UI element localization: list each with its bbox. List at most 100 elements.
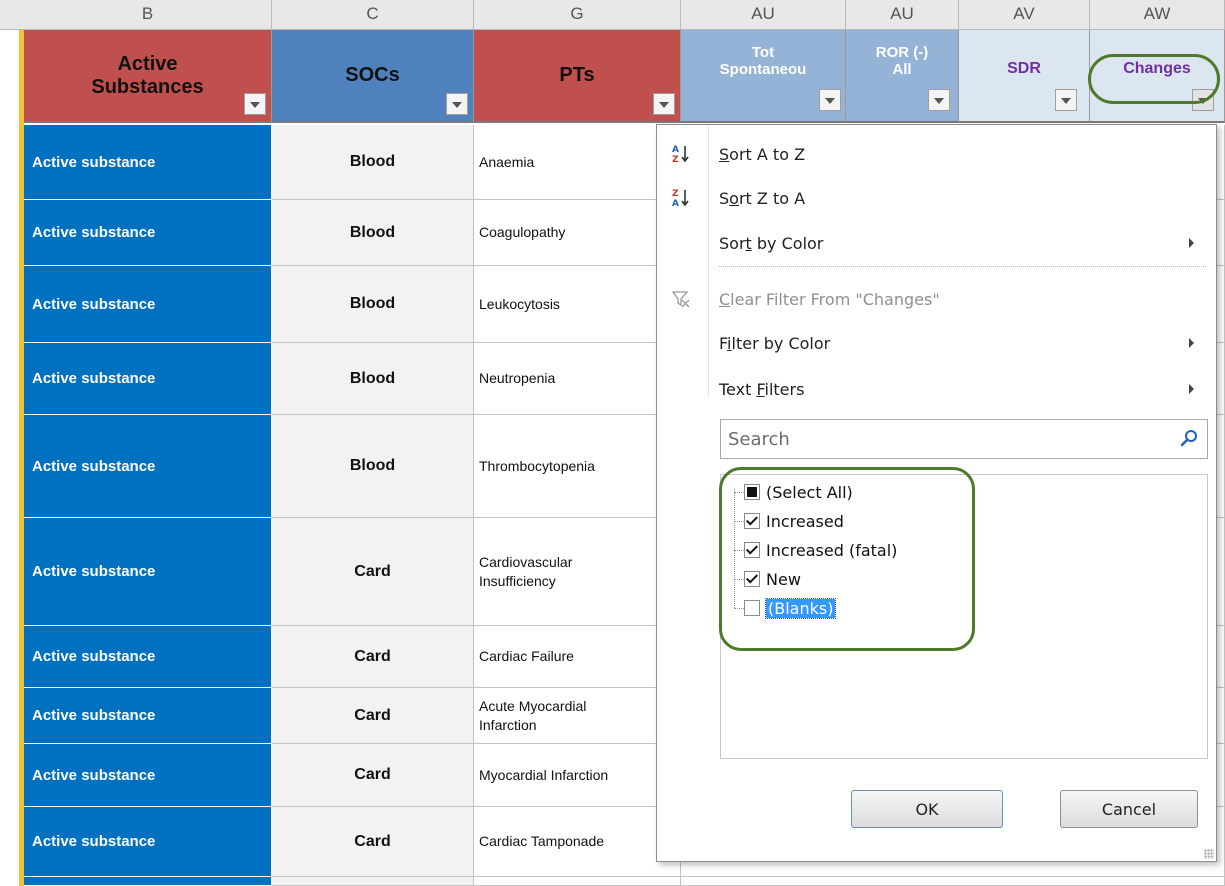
blanks-checkbox[interactable] [744,600,760,616]
cell-pt[interactable]: Anaemia [474,125,681,200]
cancel-button[interactable]: Cancel [1060,790,1198,828]
cell-active-substance[interactable]: Active substance [24,807,272,877]
header-label: Tot Spontaneou [719,44,807,79]
cell-soc[interactable]: Card [272,688,474,744]
cell-soc[interactable]: Card [272,744,474,807]
header-sdr: SDR [959,30,1090,123]
cell-soc[interactable]: Blood [272,125,474,200]
filter-dropdown-button[interactable] [244,93,266,115]
cell-pt[interactable]: Cardiovascular Insufficiency [474,518,681,626]
cell-active-substance[interactable]: Active substance [24,266,272,343]
search-input[interactable] [728,424,1168,454]
cell-pt[interactable] [474,877,681,886]
list-item[interactable]: New [734,566,801,592]
header-label: Changes [1123,60,1191,77]
menu-label: Sort Z to A [719,188,806,208]
menu-item-sort-z-a[interactable]: ZA Sort Z to A [657,176,1216,220]
header-label: SOCs [345,64,400,86]
svg-text:A: A [672,145,679,155]
menu-item-filter-by-color[interactable]: Filter by Color [657,321,1216,365]
svg-text:A: A [672,199,679,209]
list-item-label: Increased [766,511,844,531]
cell-active-substance[interactable]: Active substance [24,626,272,688]
cell-pt[interactable]: Acute Myocardial Infarction [474,688,681,744]
cell-soc[interactable] [272,877,474,886]
cell-soc[interactable]: Blood [272,266,474,343]
search-icon[interactable] [1179,428,1201,450]
increased-checkbox[interactable] [744,513,760,529]
column-letter-au-1[interactable]: AU [681,0,846,30]
increased-fatal-checkbox[interactable] [744,542,760,558]
filter-dropdown-button[interactable] [1192,89,1214,111]
sort-ascending-icon: AZ [669,142,693,166]
menu-label: Clear Filter From "Changes" [719,289,940,309]
column-letter-aw[interactable]: AW [1090,0,1225,30]
filter-dropdown-button[interactable] [446,93,468,115]
menu-label: Filter by Color [719,333,831,353]
filter-dropdown-button[interactable] [653,93,675,115]
list-item[interactable]: Increased (fatal) [734,537,897,563]
list-item[interactable]: (Blanks) [734,595,837,621]
cell-soc[interactable]: Blood [272,415,474,518]
column-letter-av[interactable]: AV [959,0,1090,30]
tree-branch [734,549,744,551]
new-checkbox[interactable] [744,571,760,587]
cell-active-substance[interactable]: Active substance [24,744,272,807]
menu-item-text-filters[interactable]: Text Filters [657,367,1216,411]
select-all-checkbox[interactable] [744,484,760,500]
cell-pt[interactable]: Cardiac Failure [474,626,681,688]
menu-item-sort-a-z[interactable]: AZ Sort A to Z [657,132,1216,176]
filter-dropdown-button[interactable] [928,89,950,111]
cell-pt[interactable]: Neutropenia [474,343,681,415]
table-row [24,877,1225,886]
submenu-arrow-icon [1189,338,1194,348]
cell-active-substance[interactable] [24,877,272,886]
column-letter-au-2[interactable]: AU [846,0,959,30]
list-item-label: New [766,569,801,589]
clear-filter-icon [669,287,693,311]
cell-soc[interactable]: Blood [272,200,474,266]
menu-item-clear-filter: Clear Filter From "Changes" [657,277,1216,321]
cell-soc[interactable]: Card [272,807,474,877]
cell-active-substance[interactable]: Active substance [24,518,272,626]
header-tot-spontaneous: Tot Spontaneou [681,30,846,123]
filter-dropdown-button[interactable] [819,89,841,111]
cell-pt[interactable]: Leukocytosis [474,266,681,343]
cell-active-substance[interactable]: Active substance [24,343,272,415]
menu-item-sort-by-color[interactable]: Sort by Color [657,221,1216,265]
cell-empty[interactable] [681,877,1225,886]
header-active-substances: Active Substances [24,30,272,123]
list-item[interactable]: (Select All) [734,479,853,505]
cell-soc[interactable]: Card [272,626,474,688]
cell-pt[interactable]: Myocardial Infarction [474,744,681,807]
cell-soc[interactable]: Blood [272,343,474,415]
filter-values-list: (Select All) Increased Increased (fatal)… [720,474,1208,759]
cell-soc[interactable]: Card [272,518,474,626]
cell-active-substance[interactable]: Active substance [24,415,272,518]
header-pts: PTs [474,30,681,123]
column-letter-g[interactable]: G [474,0,681,30]
cell-pt[interactable]: Coagulopathy [474,200,681,266]
sort-descending-icon: ZA [669,186,693,210]
cell-pt[interactable]: Thrombocytopenia [474,415,681,518]
cell-active-substance[interactable]: Active substance [24,125,272,200]
list-item-label: Increased (fatal) [766,540,898,560]
tree-branch [734,491,744,493]
header-label: ROR (-) All [875,44,929,79]
menu-label: Sort A to Z [719,144,806,164]
svg-text:Z: Z [672,189,679,199]
menu-separator [719,266,1206,267]
ok-button[interactable]: OK [851,790,1003,828]
cell-active-substance[interactable]: Active substance [24,688,272,744]
filter-dropdown-button[interactable] [1055,89,1077,111]
header-label: Active Substances [91,52,204,98]
cell-pt[interactable]: Cardiac Tamponade [474,807,681,877]
submenu-arrow-icon [1189,384,1194,394]
list-item[interactable]: Increased [734,508,844,534]
header-changes: Changes [1090,30,1225,123]
resize-grip[interactable] [1204,849,1214,859]
cell-active-substance[interactable]: Active substance [24,200,272,266]
tree-branch [734,578,744,580]
column-letter-c[interactable]: C [272,0,474,30]
column-letter-b[interactable]: B [24,0,272,30]
